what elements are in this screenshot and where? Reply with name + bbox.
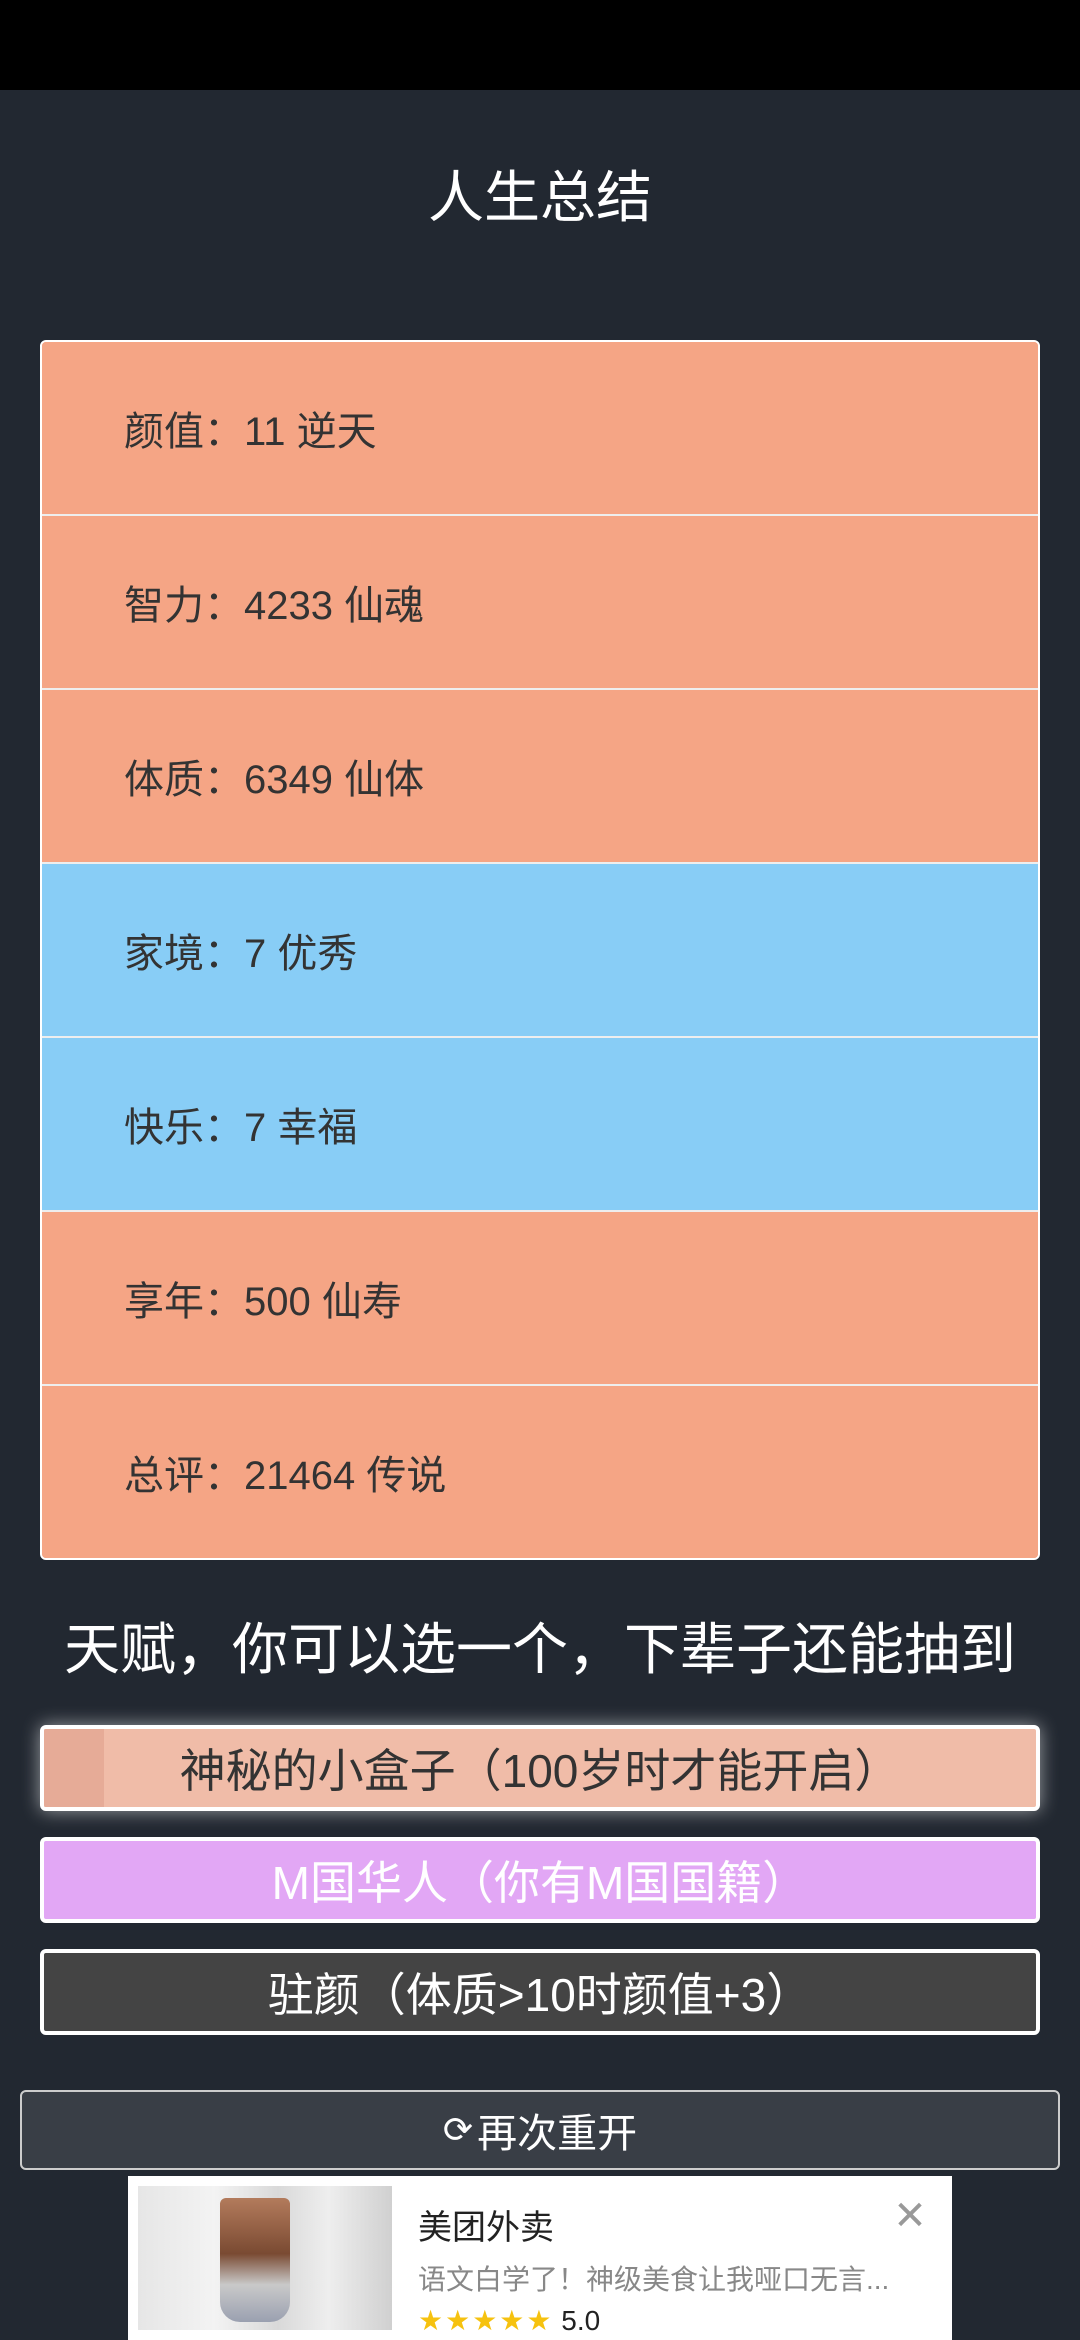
talent-label: 驻颜（体质>10时颜值+3）: [267, 1969, 813, 2021]
ad-title: 美团外卖: [418, 2209, 554, 2247]
ad-rating: ★★★★★ 5.0: [418, 2304, 600, 2337]
restart-button[interactable]: ⟳ 再次重开: [20, 2090, 1060, 2170]
drink-image: [220, 2198, 290, 2322]
stat-row-intelligence: 智力：4233 仙魂: [42, 516, 1038, 690]
stat-label: 颜值：11 逆天: [124, 410, 377, 454]
talent-label: M国华人（你有M国国籍）: [271, 1857, 809, 1909]
stat-row-family: 家境：7 优秀: [42, 864, 1038, 1038]
selection-shade: [44, 1729, 104, 1807]
stat-label: 家境：7 优秀: [124, 932, 358, 976]
stats-panel: 颜值：11 逆天 智力：4233 仙魂 体质：6349 仙体 家境：7 优秀 快…: [40, 340, 1040, 1560]
talent-option-youth[interactable]: 驻颜（体质>10时颜值+3）: [40, 1949, 1040, 2035]
stat-row-overall: 总评：21464 传说: [42, 1386, 1038, 1558]
close-icon[interactable]: ✕: [890, 2196, 930, 2236]
rating-value: 5.0: [561, 2305, 601, 2336]
refresh-icon: ⟳: [442, 2109, 474, 2150]
stat-label: 智力：4233 仙魂: [124, 584, 425, 628]
stat-label: 快乐：7 幸福: [124, 1106, 358, 1150]
talent-option-m-country[interactable]: M国华人（你有M国国籍）: [40, 1837, 1040, 1923]
stat-label: 享年：500 仙寿: [124, 1280, 402, 1324]
ad-banner[interactable]: 美团外卖 语文白学了！神级美食让我哑口无言... ★★★★★ 5.0 ✕: [128, 2176, 952, 2340]
star-icon: ★★★★★: [418, 2305, 554, 2336]
talent-label: 神秘的小盒子（100岁时才能开启）: [179, 1745, 901, 1797]
talent-option-mystery-box[interactable]: 神秘的小盒子（100岁时才能开启）: [40, 1725, 1040, 1811]
ad-description: 语文白学了！神级美食让我哑口无言...: [418, 2264, 890, 2295]
stat-row-appearance: 颜值：11 逆天: [42, 342, 1038, 516]
restart-label: 再次重开: [477, 2112, 638, 2156]
stat-row-happiness: 快乐：7 幸福: [42, 1038, 1038, 1212]
stat-row-constitution: 体质：6349 仙体: [42, 690, 1038, 864]
ad-image[interactable]: [138, 2186, 392, 2330]
page-title: 人生总结: [428, 166, 652, 229]
status-bar: [0, 0, 1080, 90]
stat-label: 体质：6349 仙体: [124, 758, 425, 802]
stat-row-lifespan: 享年：500 仙寿: [42, 1212, 1038, 1386]
stat-label: 总评：21464 传说: [124, 1454, 447, 1498]
talent-heading: 天赋，你可以选一个，下辈子还能抽到: [64, 1618, 1016, 1681]
